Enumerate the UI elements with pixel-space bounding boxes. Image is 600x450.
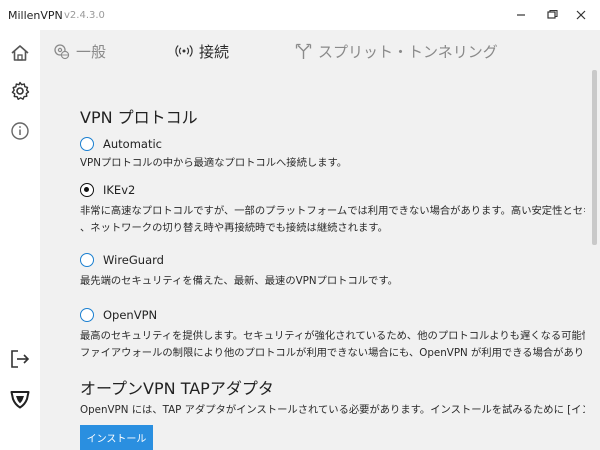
tab-connection[interactable]: 接続 — [175, 40, 229, 62]
tab-bar: 一般 接続 スプリット・トンネリング — [40, 30, 600, 70]
app-version: v2.4.3.0 — [64, 10, 105, 21]
radio-automatic[interactable]: Automatic — [80, 135, 162, 153]
home-icon[interactable] — [9, 42, 31, 64]
title-bar: MillenVPN v2.4.3.0 — [0, 0, 600, 30]
radio-label: Automatic — [103, 137, 162, 151]
main-panel: 一般 接続 スプリット・トンネリング VPN プロトコル Automatic V… — [40, 30, 600, 450]
tab-split-tunneling-label: スプリット・トンネリング — [318, 42, 498, 61]
tap-description: OpenVPN には、TAP アダプタがインストールされている必要があります。イ… — [80, 404, 585, 416]
openvpn-description-line-1: 最高のセキュリティを提供します。セキュリティが強化されているため、他のプロトコル… — [80, 330, 585, 342]
radio-openvpn[interactable]: OpenVPN — [80, 306, 157, 324]
minimize-button[interactable] — [506, 4, 536, 26]
radio-button[interactable] — [80, 308, 94, 322]
minimize-icon — [517, 14, 525, 16]
radio-button[interactable] — [80, 137, 94, 151]
radio-button-selected[interactable] — [80, 183, 94, 197]
gear-globe-icon — [54, 43, 70, 59]
gear-icon[interactable] — [9, 80, 31, 102]
close-icon — [576, 10, 586, 20]
sidebar — [0, 30, 40, 450]
radio-label: WireGuard — [103, 253, 164, 267]
tab-split-tunneling[interactable]: スプリット・トンネリング — [295, 40, 498, 62]
openvpn-description-line-2: ファイアウォールの制限により他のプロトコルが利用できない場合にも、OpenVPN… — [80, 347, 585, 359]
tab-general-label: 一般 — [76, 42, 107, 61]
protocol-section-title: VPN プロトコル — [80, 108, 198, 127]
info-icon[interactable] — [9, 120, 31, 142]
scrollbar[interactable] — [592, 70, 597, 420]
split-arrows-icon — [295, 43, 312, 59]
scrollbar-thumb[interactable] — [592, 70, 597, 245]
wifi-signal-icon — [175, 45, 193, 57]
ikev2-description-line-1: 非常に高速なプロトコルですが、一部のプラットフォームでは利用できない場合がありま… — [80, 205, 585, 217]
maximize-button[interactable] — [536, 4, 566, 26]
radio-label: OpenVPN — [103, 308, 158, 322]
restore-icon — [547, 9, 558, 19]
app-name: MillenVPN — [8, 9, 63, 22]
tap-section-title: オープンVPN TAPアダプタ — [80, 379, 274, 398]
tab-connection-label: 接続 — [199, 42, 230, 61]
wireguard-description: 最先端のセキュリティを備えた、最新、最速のVPNプロトコルです。 — [80, 275, 398, 287]
close-button[interactable] — [566, 4, 596, 26]
install-button[interactable]: インストール — [80, 425, 153, 450]
tab-general[interactable]: 一般 — [53, 40, 106, 62]
ikev2-description-line-2: 、ネットワークの切り替え時や再接続時でも接続は継続されます。 — [80, 222, 388, 234]
radio-wireguard[interactable]: WireGuard — [80, 251, 164, 269]
logout-icon[interactable] — [9, 348, 31, 370]
radio-label: IKEv2 — [103, 183, 136, 197]
radio-ikev2[interactable]: IKEv2 — [80, 181, 135, 199]
shield-icon[interactable] — [9, 388, 31, 410]
automatic-description: VPNプロトコルの中から最適なプロトコルへ接続します。 — [80, 157, 348, 169]
radio-button[interactable] — [80, 253, 94, 267]
